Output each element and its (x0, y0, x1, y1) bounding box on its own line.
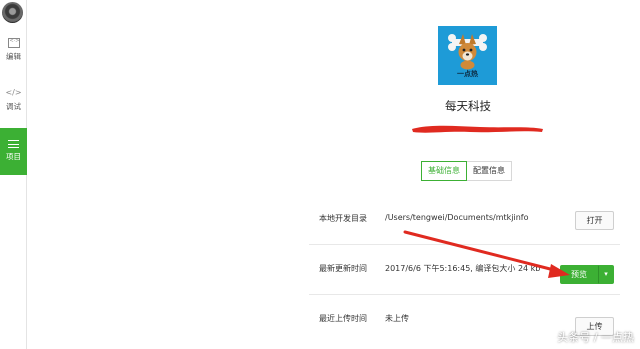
code-icon (7, 38, 20, 48)
last-upload-value: 未上传 (385, 314, 409, 323)
preview-dropdown-button[interactable]: ▾ (598, 265, 614, 284)
last-update-label: 最新更新时间 (319, 264, 367, 273)
local-dir-label: 本地开发目录 (319, 214, 367, 223)
sidebar-item-edit[interactable]: 编辑 (0, 38, 27, 78)
sidebar-item-debug[interactable]: </> 调试 (0, 88, 27, 128)
user-avatar[interactable] (2, 2, 23, 23)
open-button[interactable]: 打开 (575, 211, 614, 230)
menu-icon (8, 140, 19, 148)
sidebar: 编辑 </> 调试 项目 (0, 0, 27, 349)
sidebar-item-label: 编辑 (6, 52, 21, 61)
sidebar-item-label: 调试 (6, 102, 21, 111)
local-dir-value: /Users/tengwei/Documents/mtkjinfo (385, 213, 529, 222)
app-icon-text: 一点热 (457, 70, 478, 78)
last-update-value: 2017/6/6 下午5:16:45, 编译包大小 24 kb (385, 264, 541, 273)
last-upload-label: 最近上传时间 (319, 314, 367, 323)
sidebar-item-project[interactable]: 项目 (0, 128, 27, 175)
last-update-row: 最新更新时间 2017/6/6 下午5:16:45, 编译包大小 24 kb 预… (309, 245, 620, 295)
redaction-scribble (412, 125, 543, 133)
app-icon: 一点热 (438, 26, 497, 85)
preview-button[interactable]: 预览 (560, 265, 598, 284)
watermark: 头条号 / 一点热 (557, 331, 634, 344)
tab-basic-info[interactable]: 基础信息 (421, 161, 467, 181)
debug-icon: </> (5, 88, 22, 97)
tab-config-info[interactable]: 配置信息 (467, 161, 512, 181)
app-name: 每天科技 (445, 99, 491, 113)
sidebar-item-label: 项目 (6, 152, 21, 161)
info-tabs: 基础信息 配置信息 (421, 161, 512, 181)
local-dir-row: 本地开发目录 /Users/tengwei/Documents/mtkjinfo… (309, 195, 620, 245)
